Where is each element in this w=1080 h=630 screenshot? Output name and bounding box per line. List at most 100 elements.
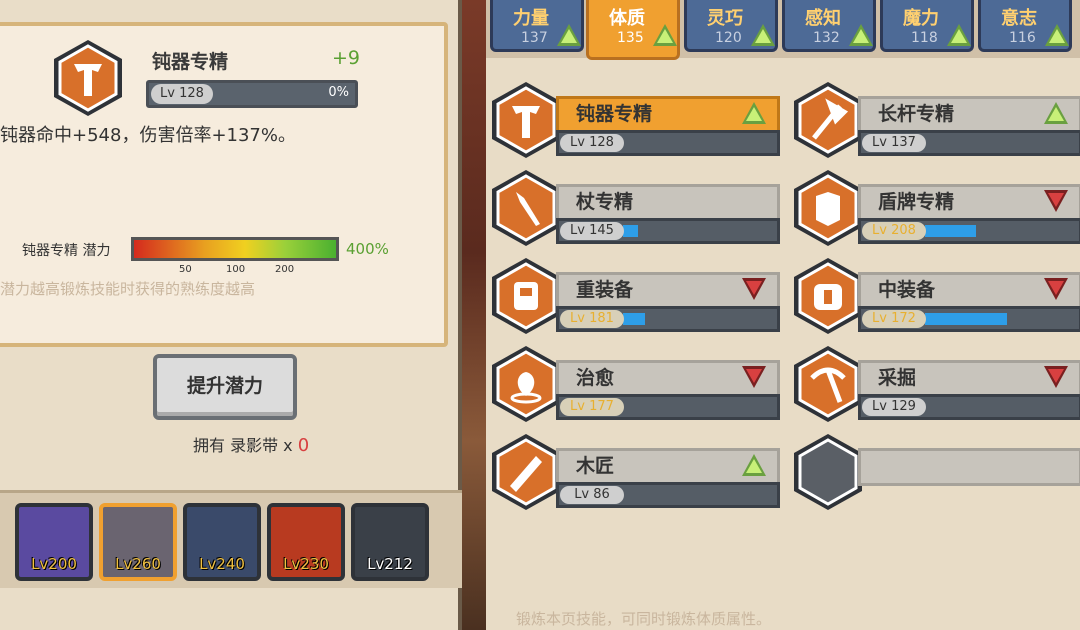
hero-level: Lv200 [31, 555, 77, 573]
down-arrow-icon [742, 366, 766, 388]
tab-label: 灵巧 [707, 8, 743, 29]
skill-xp-bar: Lv 172 [858, 306, 1080, 332]
skill-row-shield[interactable]: 盾牌专精 Lv 208 [792, 166, 1080, 246]
skill-list-panel: 力量 137 体质 135 灵巧 120 感知 132 魔力 118 意志 11… [486, 0, 1080, 630]
skill-row-mining[interactable]: 采掘 Lv 129 [792, 342, 1080, 422]
tick-label: 200 [275, 264, 295, 275]
hero-level: Lv260 [115, 555, 161, 573]
skill-row-polearm[interactable]: 长杆专精 Lv 137 [792, 78, 1080, 158]
hammer-icon [54, 40, 122, 116]
tab-constitution[interactable]: 体质 135 [586, 0, 680, 60]
tab-magic[interactable]: 魔力 118 [880, 0, 974, 52]
tab-label: 体质 [609, 8, 645, 29]
skill-row-heal[interactable]: 治愈 Lv 177 [490, 342, 780, 422]
tapes-label: 拥有 录影带 x [193, 436, 293, 455]
tab-label: 魔力 [903, 8, 939, 29]
skill-plate [858, 448, 1080, 486]
skill-level: Lv 128 [560, 134, 624, 152]
tab-value: 135 [617, 30, 644, 46]
skill-level: Lv 128 [151, 84, 213, 104]
skill-level: Lv 145 [560, 222, 624, 240]
up-arrow-icon [742, 102, 766, 124]
tab-value: 137 [521, 30, 548, 46]
skill-level: Lv 129 [862, 398, 926, 416]
upgrade-potential-label: 提升潜力 [186, 375, 263, 397]
tab-perception[interactable]: 感知 132 [782, 0, 876, 52]
hero-portrait[interactable]: Lv212 [351, 503, 429, 581]
skill-detail-panel: 钝器专精 +9 Lv 128 0% 钝器命中+548，伤害倍率+137%。 钝器… [0, 0, 462, 630]
tab-label: 意志 [1001, 8, 1037, 29]
xp-fill [623, 313, 645, 325]
tab-will[interactable]: 意志 116 [978, 0, 1072, 52]
skill-name: 钝器专精 [576, 103, 653, 125]
skill-name: 木匠 [576, 455, 615, 477]
empty-skill-slot [792, 430, 1080, 510]
skill-xp-bar: Lv 208 [858, 218, 1080, 244]
up-arrow-icon [653, 24, 677, 46]
tab-label: 感知 [805, 8, 841, 29]
skill-xp-bar: Lv 128 [556, 130, 780, 156]
medium-armor-icon [794, 258, 862, 334]
skill-level: Lv 208 [862, 222, 926, 240]
up-arrow-icon [849, 24, 873, 46]
tab-dexterity[interactable]: 灵巧 120 [684, 0, 778, 52]
tapes-owned: 拥有 录影带 x 0 [193, 432, 309, 456]
hero-roster: Lv200 Lv260 Lv240 Lv230 Lv212 [0, 490, 462, 588]
skill-level: Lv 172 [862, 310, 926, 328]
down-arrow-icon [1044, 366, 1068, 388]
staff-icon [492, 170, 560, 246]
down-arrow-icon [742, 278, 766, 300]
hero-level: Lv230 [283, 555, 329, 573]
hero-portrait[interactable]: Lv200 [15, 503, 93, 581]
heavy-armor-icon [492, 258, 560, 334]
up-arrow-icon [742, 454, 766, 476]
up-arrow-icon [947, 24, 971, 46]
skill-row-blunt[interactable]: 钝器专精 Lv 128 [490, 78, 780, 158]
skill-xp-bar: Lv 181 [556, 306, 780, 332]
down-arrow-icon [1044, 190, 1068, 212]
skill-xp-bar: Lv 86 [556, 482, 780, 508]
skill-row-carpentry[interactable]: 木匠 Lv 86 [490, 430, 780, 510]
skill-xp-bar: Lv 145 [556, 218, 780, 244]
xp-fill [623, 225, 638, 237]
skill-level: Lv 137 [862, 134, 926, 152]
skill-name: 治愈 [576, 367, 615, 389]
up-arrow-icon [1045, 24, 1069, 46]
shield-icon [794, 170, 862, 246]
saw-icon [492, 434, 560, 510]
up-arrow-icon [751, 24, 775, 46]
skill-effect: 钝器命中+548，伤害倍率+137%。 [0, 125, 296, 146]
tab-value: 132 [813, 30, 840, 46]
skill-name: 中装备 [878, 279, 936, 301]
tab-label: 力量 [513, 8, 549, 29]
down-arrow-icon [1044, 278, 1068, 300]
hero-portrait[interactable]: Lv260 [99, 503, 177, 581]
skill-xp-bar: Lv 177 [556, 394, 780, 420]
skill-bonus: +9 [332, 47, 361, 69]
skill-row-staff[interactable]: 杖专精 Lv 145 [490, 166, 780, 246]
hero-level: Lv212 [367, 555, 413, 573]
footer-note: 锻炼本页技能，可同时锻炼体质属性。 [516, 610, 772, 628]
tapes-count: 0 [297, 435, 310, 456]
skill-xp-bar: Lv 129 [858, 394, 1080, 420]
hero-level: Lv240 [199, 555, 245, 573]
skill-level: Lv 177 [560, 398, 624, 416]
hero-portrait[interactable]: Lv240 [183, 503, 261, 581]
empty-hex-icon [794, 434, 862, 510]
skill-name: 重装备 [576, 279, 634, 301]
skill-row-medium-armor[interactable]: 中装备 Lv 172 [792, 254, 1080, 334]
tab-strength[interactable]: 力量 137 [490, 0, 584, 52]
hammer-icon [492, 82, 560, 158]
up-arrow-icon [1044, 102, 1068, 124]
skill-title: 钝器专精 [152, 51, 229, 73]
potential-percent: 400% [346, 240, 389, 258]
xp-fill [925, 313, 1007, 325]
skill-level: Lv 181 [560, 310, 624, 328]
tab-value: 120 [715, 30, 742, 46]
hero-portrait[interactable]: Lv230 [267, 503, 345, 581]
skill-row-heavy-armor[interactable]: 重装备 Lv 181 [490, 254, 780, 334]
skill-level: Lv 86 [560, 486, 624, 504]
upgrade-potential-button[interactable]: 提升潜力 [153, 354, 297, 420]
pickaxe-icon [794, 346, 862, 422]
tick-label: 50 [179, 264, 192, 275]
